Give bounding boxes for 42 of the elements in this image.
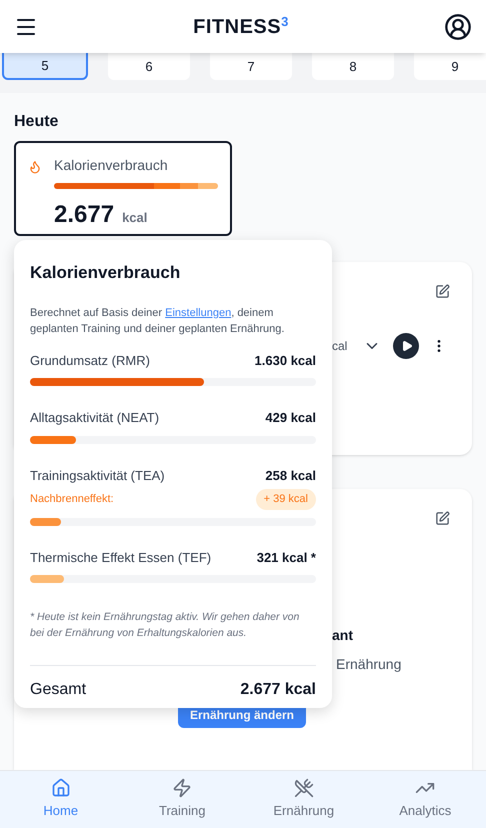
plan-text: Ernährung bbox=[336, 655, 402, 674]
profile-button[interactable] bbox=[444, 12, 472, 40]
item-label: Grundumsatz (RMR) bbox=[30, 352, 150, 370]
edit-icon[interactable] bbox=[435, 511, 450, 526]
day-tab[interactable]: 5 bbox=[2, 53, 88, 80]
flame-icon bbox=[28, 158, 42, 176]
calorie-card[interactable]: Kalorienverbrauch 2.677 kcal bbox=[14, 141, 232, 236]
afterburn-label: Nachbrenneffekt: bbox=[30, 492, 114, 507]
total-value: 2.677 kcal bbox=[240, 680, 316, 700]
fork-knife-icon bbox=[294, 778, 314, 798]
calorie-value: 2.677 bbox=[54, 200, 114, 230]
settings-link[interactable]: Einstellungen bbox=[165, 306, 232, 318]
popover-title: Kalorienverbrauch bbox=[30, 262, 182, 284]
item-label: Trainingsaktivität (TEA) bbox=[30, 466, 165, 485]
day-tab[interactable]: 8 bbox=[312, 53, 394, 80]
item-value: 429 kcal bbox=[265, 409, 316, 427]
lightning-icon bbox=[172, 778, 192, 798]
app-logo: FITNESS$^{3}$ bbox=[193, 13, 289, 40]
footnote: * Heute ist kein Ernährungstag aktiv. Wir gehen daher von bei der Ernährung von Erhaltungskalorien aus. bbox=[30, 610, 300, 641]
calorie-unit: kcal bbox=[122, 209, 148, 227]
day-tab[interactable]: 7 bbox=[210, 53, 292, 80]
nav-tab[interactable]: Training bbox=[122, 771, 243, 828]
item-value: 321 kcal * bbox=[256, 548, 316, 566]
day-tab[interactable]: 6 bbox=[108, 53, 190, 80]
item-label: Thermische Effekt Essen (TEF) bbox=[30, 548, 212, 567]
section-title: Heute bbox=[14, 112, 60, 132]
total-label: Gesamt bbox=[30, 680, 86, 700]
item-value: 1.630 kcal bbox=[254, 352, 316, 370]
afterburn-badge: + 39 kcal bbox=[256, 489, 316, 510]
nav-tab[interactable]: Ernährung bbox=[243, 771, 364, 828]
play-button[interactable] bbox=[393, 333, 420, 359]
calorie-text: cal bbox=[332, 338, 348, 355]
edit-icon[interactable] bbox=[435, 284, 450, 299]
home-icon bbox=[50, 778, 71, 798]
item-value: 258 kcal bbox=[265, 466, 316, 484]
day-tab[interactable]: 9 bbox=[414, 53, 486, 80]
popover-intro: Berechnet auf Basis deiner Einstellungen, deinem geplanten Training und deiner geplanten Ernährung. bbox=[30, 306, 286, 336]
plan-heading: ant bbox=[332, 626, 354, 645]
nav-tab[interactable]: Analytics bbox=[364, 771, 486, 828]
play-icon bbox=[401, 340, 414, 352]
card-label: Kalorienverbrauch bbox=[54, 156, 169, 175]
item-label: Alltagsaktivität (NEAT) bbox=[30, 409, 160, 427]
